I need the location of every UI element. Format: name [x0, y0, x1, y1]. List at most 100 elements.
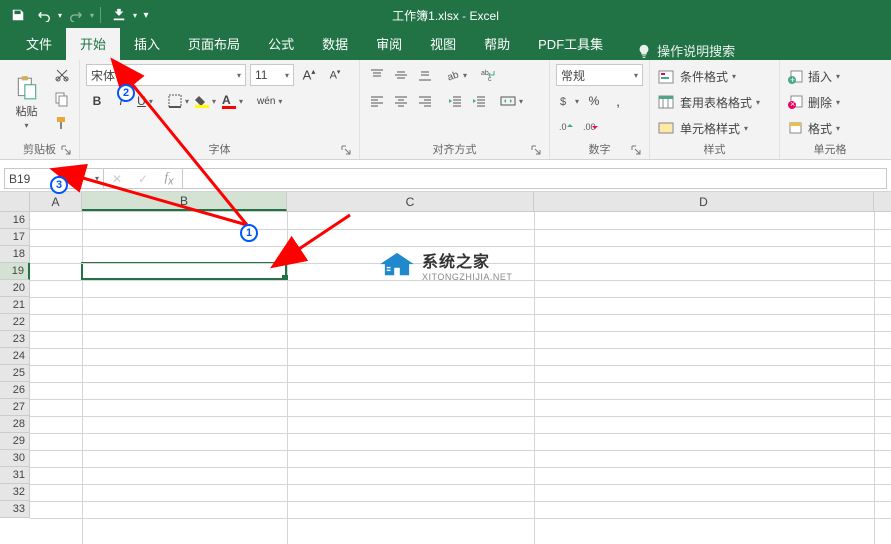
- tab-view[interactable]: 视图: [416, 28, 470, 60]
- font-launcher[interactable]: [339, 143, 353, 157]
- fill-color-button[interactable]: ▾: [193, 90, 218, 112]
- undo-button[interactable]: [32, 3, 56, 27]
- align-bottom-button[interactable]: [414, 64, 436, 86]
- row-header-24[interactable]: 24: [0, 348, 30, 365]
- col-header-C[interactable]: C: [287, 192, 534, 211]
- col-header-D[interactable]: D: [534, 192, 874, 211]
- col-header-A[interactable]: A: [30, 192, 82, 211]
- align-left-button[interactable]: [366, 90, 388, 112]
- select-all-corner[interactable]: [0, 192, 30, 212]
- qat-customize-button[interactable]: ▾: [139, 3, 153, 27]
- percent-button[interactable]: %: [583, 90, 605, 112]
- row-headers: 161718192021222324252627282930313233: [0, 212, 30, 518]
- merge-center-button[interactable]: ▾: [498, 90, 525, 112]
- row-header-31[interactable]: 31: [0, 467, 30, 484]
- row-header-20[interactable]: 20: [0, 280, 30, 297]
- row-header-21[interactable]: 21: [0, 297, 30, 314]
- tab-insert[interactable]: 插入: [120, 28, 174, 60]
- italic-icon: I: [119, 94, 122, 108]
- format-cells-button[interactable]: 格式▾: [786, 116, 874, 140]
- font-size-combo[interactable]: 11▾: [250, 64, 294, 86]
- align-middle-button[interactable]: [390, 64, 412, 86]
- decrease-indent-button[interactable]: [444, 90, 466, 112]
- brush-icon: [54, 115, 70, 131]
- align-center-button[interactable]: [390, 90, 412, 112]
- phonetic-button[interactable]: wén▾: [255, 90, 284, 112]
- comma-button[interactable]: ,: [607, 90, 629, 112]
- row-header-19[interactable]: 19: [0, 263, 30, 280]
- underline-button[interactable]: U▾: [134, 90, 156, 112]
- percent-icon: %: [589, 94, 600, 108]
- cond-format-icon: [658, 69, 676, 85]
- cells-area[interactable]: [30, 212, 891, 544]
- tab-pdf-tools[interactable]: PDF工具集: [524, 28, 617, 60]
- align-right-button[interactable]: [414, 90, 436, 112]
- bold-button[interactable]: B: [86, 90, 108, 112]
- touch-mode-button[interactable]: [107, 3, 131, 27]
- increase-indent-button[interactable]: [468, 90, 490, 112]
- paste-button[interactable]: 粘贴 ▾: [6, 64, 47, 141]
- formula-input[interactable]: [183, 168, 887, 189]
- format-icon: [788, 121, 804, 135]
- save-button[interactable]: [6, 3, 30, 27]
- ribbon: 粘贴 ▾ 剪贴板 宋体▾ 11▾ A▴ A▾: [0, 60, 891, 160]
- number-format-combo[interactable]: 常规▾: [556, 64, 643, 86]
- decrease-decimal-button[interactable]: .00: [580, 116, 602, 138]
- group-styles: 条件格式▾ 套用表格格式▾ 单元格样式▾ 样式: [650, 60, 780, 159]
- tab-data[interactable]: 数据: [308, 28, 362, 60]
- row-header-22[interactable]: 22: [0, 314, 30, 331]
- outdent-icon: [448, 94, 462, 108]
- insert-function-button[interactable]: fx: [156, 169, 182, 188]
- cell-styles-button[interactable]: 单元格样式▾: [656, 116, 773, 140]
- orientation-button[interactable]: ab▾: [444, 64, 469, 86]
- row-header-30[interactable]: 30: [0, 450, 30, 467]
- number-launcher[interactable]: [629, 143, 643, 157]
- tab-review[interactable]: 审阅: [362, 28, 416, 60]
- name-box[interactable]: B19▾: [4, 168, 104, 189]
- row-header-28[interactable]: 28: [0, 416, 30, 433]
- row-header-16[interactable]: 16: [0, 212, 30, 229]
- row-header-25[interactable]: 25: [0, 365, 30, 382]
- format-painter-button[interactable]: [51, 112, 73, 134]
- italic-button[interactable]: I: [110, 90, 132, 112]
- borders-button[interactable]: ▾: [166, 90, 191, 112]
- tell-me-search[interactable]: 操作说明搜索: [637, 41, 735, 60]
- insert-cells-button[interactable]: + 插入▾: [786, 65, 874, 89]
- tab-help[interactable]: 帮助: [470, 28, 524, 60]
- delete-cells-button[interactable]: × 删除▾: [786, 90, 874, 114]
- table-format-icon: [658, 94, 676, 110]
- accounting-format-button[interactable]: $▾: [556, 90, 581, 112]
- conditional-format-button[interactable]: 条件格式▾: [656, 65, 773, 89]
- worksheet-grid[interactable]: A B C D 16171819202122232425262728293031…: [0, 192, 891, 544]
- tab-file[interactable]: 文件: [12, 28, 66, 60]
- redo-button[interactable]: [64, 3, 88, 27]
- cut-button[interactable]: [51, 64, 73, 86]
- increase-font-button[interactable]: A▴: [298, 64, 320, 86]
- col-header-B[interactable]: B: [82, 192, 287, 211]
- tab-home[interactable]: 开始: [66, 28, 120, 60]
- row-header-29[interactable]: 29: [0, 433, 30, 450]
- tab-page-layout[interactable]: 页面布局: [174, 28, 254, 60]
- font-color-button[interactable]: A▾: [220, 90, 245, 112]
- clipboard-launcher[interactable]: [59, 143, 73, 157]
- row-header-33[interactable]: 33: [0, 501, 30, 518]
- row-header-26[interactable]: 26: [0, 382, 30, 399]
- cancel-formula-button[interactable]: ✕: [104, 172, 130, 186]
- delete-icon: ×: [788, 95, 804, 109]
- decrease-font-button[interactable]: A▾: [324, 64, 346, 86]
- tab-formulas[interactable]: 公式: [254, 28, 308, 60]
- increase-decimal-button[interactable]: .0: [556, 116, 578, 138]
- enter-formula-button[interactable]: ✓: [130, 172, 156, 186]
- paste-icon: [14, 75, 40, 101]
- font-name-combo[interactable]: 宋体▾: [86, 64, 246, 86]
- row-header-18[interactable]: 18: [0, 246, 30, 263]
- row-header-17[interactable]: 17: [0, 229, 30, 246]
- format-as-table-button[interactable]: 套用表格格式▾: [656, 90, 773, 114]
- row-header-23[interactable]: 23: [0, 331, 30, 348]
- align-top-button[interactable]: [366, 64, 388, 86]
- alignment-launcher[interactable]: [529, 143, 543, 157]
- row-header-32[interactable]: 32: [0, 484, 30, 501]
- copy-button[interactable]: [51, 88, 73, 110]
- row-header-27[interactable]: 27: [0, 399, 30, 416]
- wrap-text-button[interactable]: abc: [477, 64, 499, 86]
